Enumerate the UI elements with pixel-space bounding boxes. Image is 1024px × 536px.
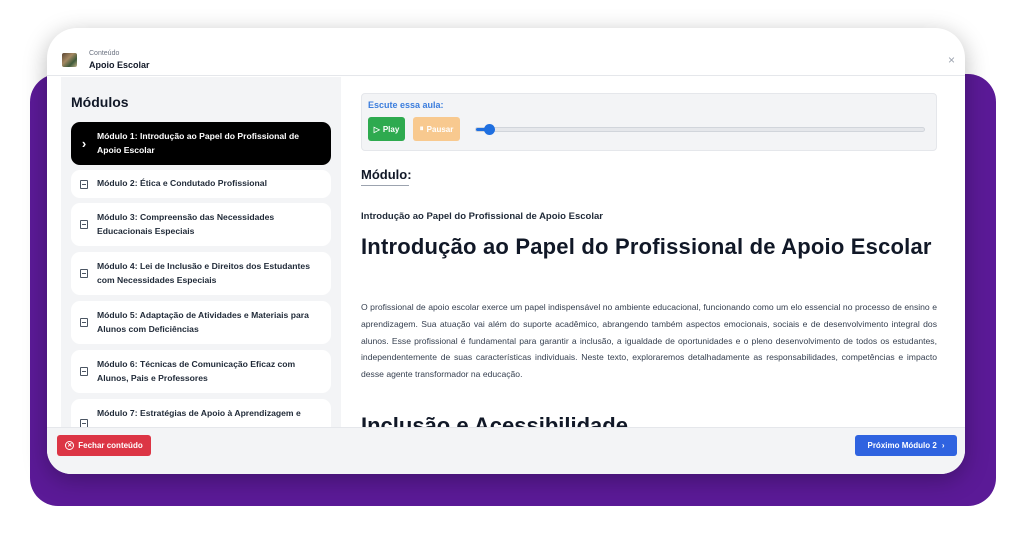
book-icon — [71, 220, 97, 229]
sidebar-item-label: Módulo 1: Introdução ao Papel do Profiss… — [97, 131, 299, 155]
sidebar-item-module-2[interactable]: Módulo 2: Ética e Condutado Profissional — [71, 170, 331, 198]
next-module-button[interactable]: Próximo Módulo 2 › — [855, 435, 957, 456]
close-content-label: Fechar conteúdo — [78, 441, 143, 450]
modules-sidebar: Módulos › Módulo 1: Introdução ao Papel … — [61, 77, 341, 427]
close-icon[interactable]: × — [948, 54, 955, 66]
sidebar-item-module-5[interactable]: Módulo 5: Adaptação de Atividades e Mate… — [71, 301, 331, 344]
header-caption: Conteúdo — [89, 50, 120, 57]
play-icon: ▷ — [373, 124, 380, 134]
close-content-button[interactable]: ✕ Fechar conteúdo — [57, 435, 151, 456]
book-icon — [71, 407, 97, 427]
sidebar-item-module-4[interactable]: Módulo 4: Lei de Inclusão e Direitos dos… — [71, 252, 331, 295]
sidebar-title: Módulos — [71, 94, 129, 110]
next-section-heading: Inclusão e Acessibilidade — [361, 413, 628, 427]
lesson-content: Escute essa aula: ▷ Play ⏸ Pausar Módulo… — [341, 77, 965, 427]
play-label: Play — [382, 124, 400, 134]
modal-header: Conteúdo Apoio Escolar × — [47, 28, 965, 76]
audio-player: Escute essa aula: ▷ Play ⏸ Pausar — [361, 93, 937, 151]
lesson-title: Introdução ao Papel do Profissional de A… — [361, 234, 932, 259]
pause-label: Pausar — [426, 124, 454, 134]
sidebar-item-label: Módulo 7: Estratégias de Apoio à Aprendi… — [97, 408, 301, 418]
play-button[interactable]: ▷ Play — [368, 117, 405, 141]
screen: Conteúdo Apoio Escolar × Módulos › Módul… — [0, 0, 1024, 536]
sidebar-item-module-1[interactable]: › Módulo 1: Introdução ao Papel do Profi… — [71, 122, 331, 165]
sidebar-item-label: Módulo 6: Técnicas de Comunicação Eficaz… — [97, 359, 296, 383]
course-title: Apoio Escolar — [89, 60, 150, 70]
lesson-paragraph: O profissional de apoio escolar exerce u… — [361, 302, 937, 379]
circle-x-icon: ✕ — [65, 441, 75, 450]
chevron-right-icon: › — [941, 441, 945, 450]
sidebar-item-module-3[interactable]: Módulo 3: Compreensão das Necessidades E… — [71, 203, 331, 246]
module-heading: Módulo: — [361, 167, 412, 182]
book-icon — [71, 318, 97, 327]
sidebar-item-label: Módulo 5: Adaptação de Atividades e Mate… — [97, 310, 309, 334]
content-modal: Conteúdo Apoio Escolar × Módulos › Módul… — [47, 28, 965, 474]
sidebar-item-label: Módulo 3: Compreensão das Necessidades E… — [97, 212, 275, 236]
course-thumbnail — [62, 53, 77, 67]
sidebar-item-label: Módulo 2: Ética e Condutado Profissional — [97, 178, 267, 189]
sidebar-item-module-6[interactable]: Módulo 6: Técnicas de Comunicação Eficaz… — [71, 350, 331, 393]
audio-progress-slider[interactable] — [475, 124, 925, 135]
sidebar-item-label: Módulo 4: Lei de Inclusão e Direitos dos… — [97, 261, 310, 285]
chevron-right-icon: › — [81, 136, 87, 151]
audio-progress-thumb[interactable] — [484, 124, 496, 135]
pause-button[interactable]: ⏸ Pausar — [413, 117, 460, 141]
book-icon — [71, 367, 97, 376]
book-icon — [71, 269, 97, 278]
pause-icon: ⏸ — [419, 124, 424, 133]
sidebar-item-module-7[interactable]: Módulo 7: Estratégias de Apoio à Aprendi… — [71, 399, 331, 427]
module-heading-underline — [361, 185, 409, 186]
modal-footer: ✕ Fechar conteúdo Próximo Módulo 2 › — [47, 427, 965, 474]
lesson-subtitle: Introdução ao Papel do Profissional de A… — [361, 211, 603, 222]
book-icon — [71, 179, 97, 189]
audio-label: Escute essa aula: — [368, 100, 444, 110]
next-module-label: Próximo Módulo 2 — [867, 441, 937, 450]
